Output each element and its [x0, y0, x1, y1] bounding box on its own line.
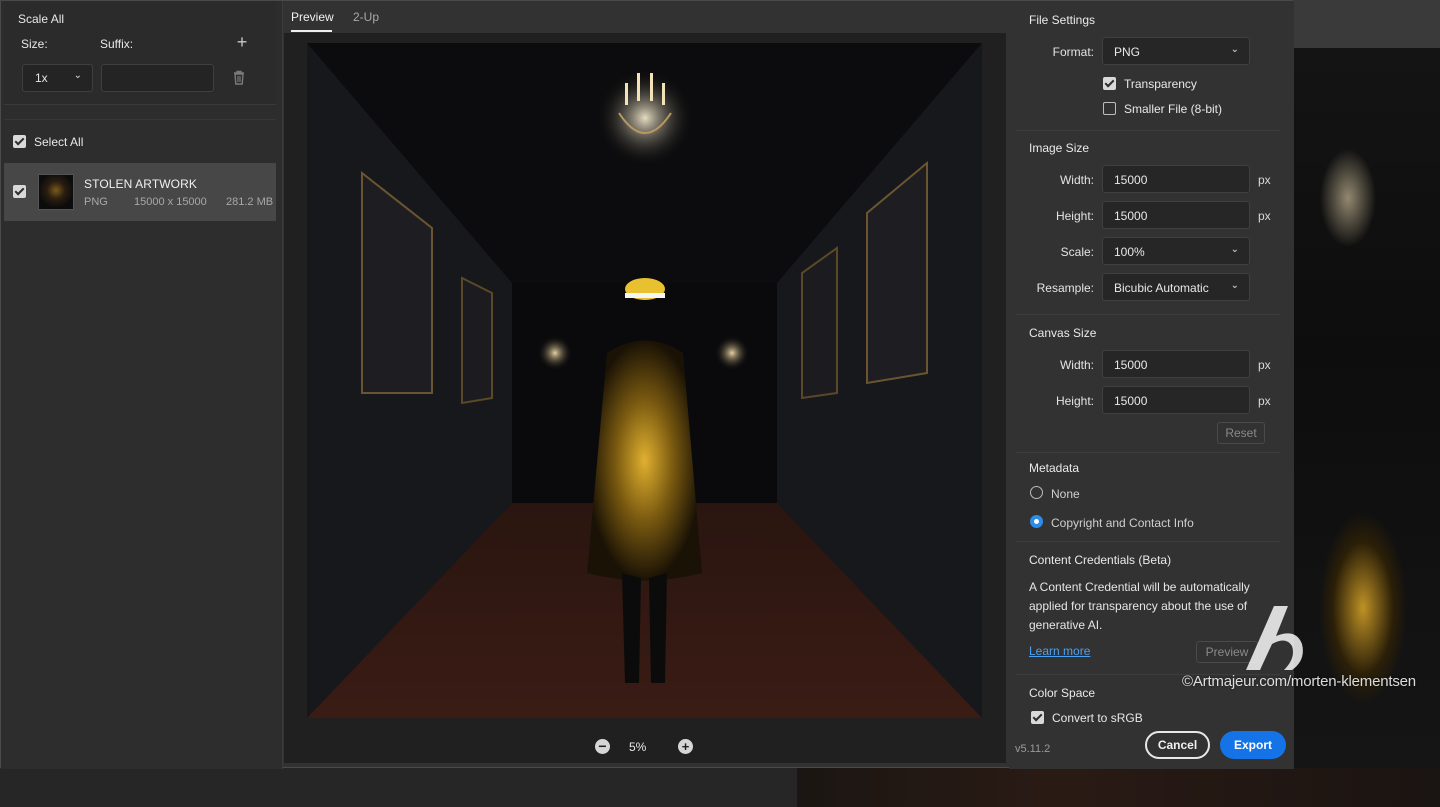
add-scale-button[interactable]: + — [233, 33, 251, 51]
file-settings-section: File Settings Format: PNG ⌄ Transparency… — [1016, 1, 1280, 131]
select-all-row[interactable]: Select All — [4, 119, 276, 161]
file-settings-title: File Settings — [1029, 13, 1096, 27]
resample-value: Bicubic Automatic — [1114, 281, 1209, 295]
background-artwork — [1293, 48, 1440, 807]
select-all-checkbox[interactable] — [13, 135, 26, 148]
content-credentials-line1: A Content Credential will be automatical… — [1029, 580, 1250, 594]
export-as-dialog: Scale All Size: Suffix: + 1x ⌄ Select Al… — [0, 0, 1294, 769]
export-button[interactable]: Export — [1220, 731, 1286, 759]
resample-label: Resample: — [1036, 281, 1094, 295]
convert-srgb-label: Convert to sRGB — [1052, 711, 1143, 725]
version-label: v5.11.2 — [1015, 743, 1051, 755]
asset-name: STOLEN ARTWORK — [84, 177, 197, 191]
chevron-down-icon: ⌄ — [1230, 244, 1239, 255]
chevron-down-icon: ⌄ — [1230, 44, 1239, 55]
artwork-preview-image — [307, 43, 982, 718]
canvas-width-value: 15000 — [1114, 358, 1148, 372]
scale-dropdown[interactable]: 100% ⌄ — [1102, 237, 1250, 265]
image-width-unit: px — [1258, 173, 1271, 187]
metadata-title: Metadata — [1029, 461, 1080, 475]
format-value: PNG — [1114, 45, 1141, 59]
smaller-file-label: Smaller File (8-bit) — [1124, 102, 1223, 116]
format-label: Format: — [1052, 45, 1094, 59]
size-label: Size: — [21, 37, 48, 51]
background-toolbar — [1293, 0, 1440, 48]
image-height-field[interactable]: 15000 — [1102, 201, 1250, 229]
tab-2-up[interactable]: 2-Up — [353, 10, 379, 24]
zoom-out-button[interactable]: − — [595, 739, 610, 754]
canvas-width-field[interactable]: 15000 — [1102, 350, 1250, 378]
chevron-down-icon: ⌄ — [1230, 280, 1239, 291]
canvas-height-unit: px — [1258, 394, 1271, 408]
canvas-height-field[interactable]: 15000 — [1102, 386, 1250, 414]
asset-thumbnail — [38, 174, 74, 210]
zoom-level: 5% — [629, 740, 647, 754]
asset-format: PNG — [84, 196, 108, 208]
select-all-label: Select All — [34, 135, 84, 149]
scale-label: Scale: — [1060, 245, 1094, 259]
transparency-checkbox[interactable] — [1103, 77, 1116, 90]
metadata-none-label: None — [1051, 487, 1080, 501]
content-credentials-line3: generative AI. — [1029, 618, 1103, 632]
convert-srgb-checkbox[interactable] — [1031, 711, 1044, 724]
background-lower-strip — [0, 768, 797, 807]
canvas-height-value: 15000 — [1114, 394, 1148, 408]
content-credentials-line2: applied for transparency about the use o… — [1029, 599, 1248, 613]
image-width-value: 15000 — [1114, 173, 1148, 187]
transparency-label: Transparency — [1124, 77, 1197, 91]
chevron-down-icon: ⌄ — [73, 70, 82, 81]
content-credentials-title: Content Credentials (Beta) — [1029, 553, 1172, 567]
suffix-label: Suffix: — [100, 37, 134, 51]
image-width-field[interactable]: 15000 — [1102, 165, 1250, 193]
scale-value: 100% — [1114, 245, 1145, 259]
metadata-section: Metadata None Copyright and Contact Info — [1016, 456, 1280, 542]
image-size-section: Image Size Width: 15000 px Height: 15000… — [1016, 133, 1280, 315]
cancel-button[interactable]: Cancel — [1145, 731, 1210, 759]
color-space-title: Color Space — [1029, 686, 1096, 700]
size-dropdown[interactable]: 1x ⌄ — [22, 64, 93, 92]
asset-row[interactable]: STOLEN ARTWORK PNG 15000 x 15000 281.2 M… — [4, 163, 276, 221]
watermark-text: ©Artmajeur.com/morten-klementsen — [1182, 673, 1416, 690]
background-artwork-lower — [797, 768, 1440, 807]
format-dropdown[interactable]: PNG ⌄ — [1102, 37, 1250, 65]
asset-dimensions: 15000 x 15000 — [134, 196, 207, 208]
image-size-title: Image Size — [1029, 141, 1090, 155]
image-width-label: Width: — [1059, 173, 1094, 187]
canvas-width-label: Width: — [1059, 358, 1094, 372]
asset-checkbox[interactable] — [13, 185, 26, 198]
reset-button[interactable]: Reset — [1217, 422, 1265, 444]
canvas-size-title: Canvas Size — [1029, 326, 1097, 340]
canvas-height-label: Height: — [1055, 394, 1094, 408]
assets-panel: Scale All Size: Suffix: + 1x ⌄ Select Al… — [1, 1, 283, 769]
resample-dropdown[interactable]: Bicubic Automatic ⌄ — [1102, 273, 1250, 301]
smaller-file-checkbox[interactable] — [1103, 102, 1116, 115]
image-height-value: 15000 — [1114, 209, 1148, 223]
asset-file-size: 281.2 MB — [226, 196, 274, 208]
zoom-in-button[interactable]: + — [678, 739, 693, 754]
tab-preview[interactable]: Preview — [291, 10, 334, 24]
scale-all-title: Scale All — [18, 12, 65, 26]
image-height-unit: px — [1258, 209, 1271, 223]
active-tab-indicator — [291, 30, 332, 32]
trash-icon[interactable] — [229, 68, 249, 88]
artmajeur-logo-icon — [1236, 600, 1318, 676]
suffix-input[interactable] — [101, 64, 214, 92]
canvas-width-unit: px — [1258, 358, 1271, 372]
size-dropdown-value: 1x — [35, 71, 48, 85]
learn-more-link[interactable]: Learn more — [1029, 644, 1090, 658]
image-height-label: Height: — [1055, 209, 1094, 223]
canvas-size-section: Canvas Size Width: 15000 px Height: 1500… — [1016, 318, 1280, 453]
metadata-copyright-label: Copyright and Contact Info — [1051, 516, 1194, 530]
metadata-none-radio[interactable] — [1030, 486, 1043, 499]
metadata-copyright-radio[interactable] — [1030, 515, 1043, 528]
